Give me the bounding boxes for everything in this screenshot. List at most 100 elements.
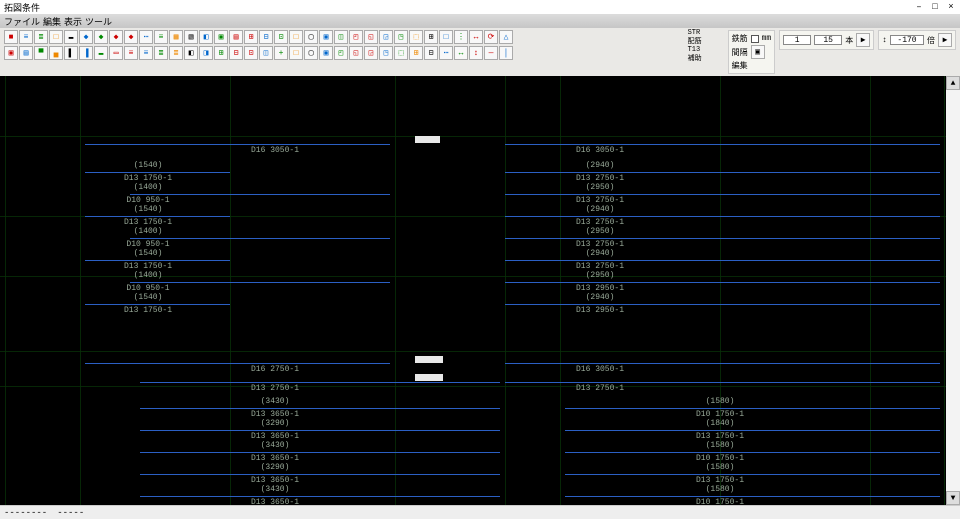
status-text: -------- [4,508,47,518]
menu-item[interactable]: 表示 [64,15,82,28]
input-field[interactable]: -170 [890,35,924,45]
toolbar-button[interactable]: ≣ [34,30,48,44]
toolbar-button[interactable]: ◧ [199,30,213,44]
toolbar-button[interactable]: ≣ [154,46,168,60]
rebar-label: D13 3650-1 [251,432,299,441]
toolbar-button[interactable]: ⊟ [229,46,243,60]
toolbar-button[interactable]: ⊞ [424,30,438,44]
toolbar-button[interactable]: ⊞ [214,46,228,60]
toolbar-button[interactable]: ≡ [154,30,168,44]
toolbar-button[interactable]: ◰ [349,30,363,44]
toolbar-button[interactable]: ― [484,46,498,60]
toolbar-button[interactable]: ⋯ [139,30,153,44]
toolbar-button[interactable]: ↔ [469,30,483,44]
rebar-line [85,304,230,305]
rebar-line [140,496,500,497]
toolbar-button[interactable]: ▀ [34,46,48,60]
toolbar-button[interactable]: ≡ [139,46,153,60]
toolbar-button[interactable]: ⊡ [244,46,258,60]
panel-button[interactable]: ▣ [751,45,765,59]
toolbar-button[interactable]: ◱ [364,30,378,44]
drawing-canvas[interactable]: D16 3050-1(1540)D13 1750-1(1400)D10 950-… [0,76,946,505]
toolbar-button[interactable]: ⊡ [274,30,288,44]
vertical-scrollbar[interactable]: ▲ ▼ [946,76,960,505]
toolbar-button[interactable]: ≡ [124,46,138,60]
rebar-label: D13 1750-1 [124,306,172,315]
length-label: (1540) [134,205,163,214]
toolbar-button[interactable]: ⋯ [439,46,453,60]
scroll-down-button[interactable]: ▼ [946,491,960,505]
toolbar-button[interactable]: ◆ [79,30,93,44]
toolbar-button[interactable]: ◧ [184,46,198,60]
menu-item[interactable]: ファイル [4,15,40,28]
rebar-line [505,172,940,173]
toolbar-button[interactable]: ▭ [109,46,123,60]
checkbox[interactable] [751,35,759,43]
toolbar-button[interactable]: ◱ [349,46,363,60]
toolbar-button[interactable]: ⊟ [259,30,273,44]
input-field[interactable]: 15 [814,35,842,45]
toolbar-button[interactable]: □ [439,30,453,44]
toolbar-button[interactable]: ◫ [334,30,348,44]
toolbar-button[interactable]: ▤ [229,30,243,44]
toolbar-button[interactable]: ▣ [319,46,333,60]
toolbar-button[interactable]: ▣ [214,30,228,44]
maximize-button[interactable]: □ [930,2,940,12]
toolbar-button[interactable]: ▄ [49,46,63,60]
toolbar-button[interactable]: ⬚ [394,46,408,60]
toolbar-button[interactable]: ▤ [19,46,33,60]
toolbar-button[interactable]: ▐ [79,46,93,60]
toolbar-button[interactable]: ◳ [394,30,408,44]
toolbar-button[interactable]: ⊞ [244,30,258,44]
toolbar-button[interactable]: ≡ [19,30,33,44]
toolbar-button[interactable]: ↕ [469,46,483,60]
toolbar-button[interactable]: ◆ [124,30,138,44]
toolbar-button[interactable]: ⊞ [409,46,423,60]
go-button[interactable]: ▶ [856,33,870,47]
toolbar-button[interactable]: ◰ [334,46,348,60]
scroll-track[interactable] [946,90,960,491]
toolbar-button[interactable]: ↔ [454,46,468,60]
toolbar-button[interactable]: □ [49,30,63,44]
toolbar-button[interactable]: ▢ [304,46,318,60]
toolbar-button[interactable]: ◆ [94,30,108,44]
toolbar-button[interactable]: ◆ [109,30,123,44]
toolbar-row-1: ■≡≣□▬◆◆◆◆⋯≡▦▧◧▣▤⊞⊟⊡□▢▣◫◰◱◲◳⬚⊞□⋮↔⟳△ [4,30,680,44]
toolbar-button[interactable]: □ [289,46,303,60]
toolbar-button[interactable]: ◨ [199,46,213,60]
scroll-up-button[interactable]: ▲ [946,76,960,90]
toolbar-button[interactable]: ▦ [169,30,183,44]
toolbar-button[interactable]: ▬ [64,30,78,44]
menu-item[interactable]: 編集 [43,15,61,28]
toolbar-button[interactable]: ◲ [364,46,378,60]
toolbar-button[interactable]: + [274,46,288,60]
toolbar-button[interactable]: △ [499,30,513,44]
toolbar-button[interactable]: ■ [4,30,18,44]
toolbar-button[interactable]: ⟳ [484,30,498,44]
toolbar-button[interactable]: □ [289,30,303,44]
rebar-label: D10 1750-1 [696,498,744,505]
close-button[interactable]: × [946,2,956,12]
minimize-button[interactable]: – [914,2,924,12]
input-field[interactable]: 1 [783,35,811,45]
toolbar-button[interactable]: ⋮ [454,30,468,44]
toolbar-button[interactable]: │ [499,46,513,60]
rebar-line [130,238,390,239]
menu-item[interactable]: ツール [85,15,112,28]
length-label: (1540) [134,249,163,258]
toolbar-button[interactable]: ◲ [379,30,393,44]
toolbar-button[interactable]: ◫ [259,46,273,60]
toolbar-button[interactable]: ⊟ [424,46,438,60]
toolbar-button[interactable]: ≣ [169,46,183,60]
toolbar-button[interactable]: ▣ [319,30,333,44]
toolbar-button[interactable]: ▧ [184,30,198,44]
go-button[interactable]: ▶ [938,33,952,47]
rebar-label: D13 2750-1 [576,262,624,271]
panel-count: 1 15 本 ▶ [779,30,874,50]
toolbar-button[interactable]: ▬ [94,46,108,60]
toolbar-button[interactable]: ▢ [304,30,318,44]
toolbar-button[interactable]: ▌ [64,46,78,60]
toolbar-button[interactable]: ⬚ [409,30,423,44]
toolbar-button[interactable]: ◳ [379,46,393,60]
toolbar-button[interactable]: ▣ [4,46,18,60]
